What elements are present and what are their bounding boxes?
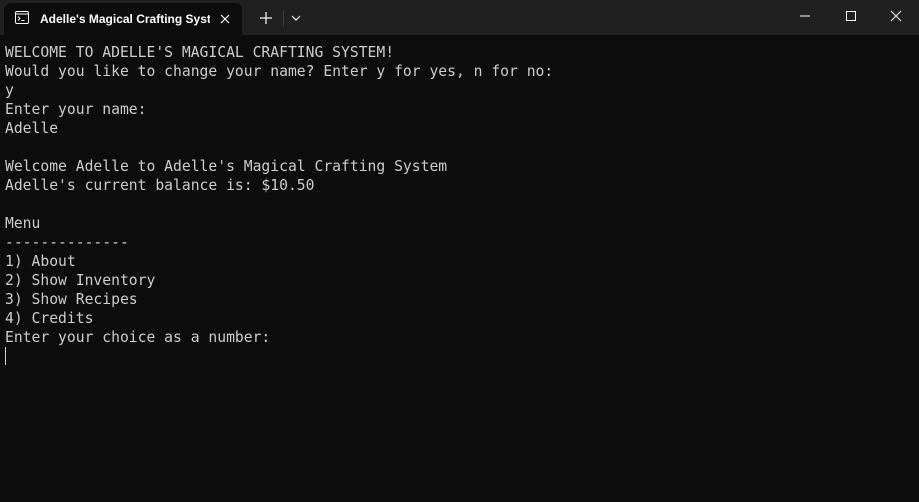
console-line: Adelle [5,120,59,137]
console-line: Would you like to change your name? Ente… [5,63,554,80]
console-line: WELCOME TO ADELLE'S MAGICAL CRAFTING SYS… [5,44,395,61]
terminal-window: Adelle's Magical Crafting Syst WELCOME T… [0,0,919,502]
plus-icon[interactable] [255,7,277,29]
console-line: Adelle's current balance is: $10.50 [5,177,315,194]
console-line: Welcome Adelle to Adelle's Magical Craft… [5,158,448,175]
close-icon[interactable] [216,10,234,28]
tab-terminal[interactable]: Adelle's Magical Crafting Syst [4,3,242,35]
chevron-down-icon[interactable] [287,8,305,28]
text-cursor [5,347,6,365]
console-line: y [5,82,14,99]
console-line: 3) Show Recipes [5,291,138,308]
input-line[interactable] [5,347,910,366]
console-line: -------------- [5,234,129,251]
close-window-button[interactable] [873,0,919,32]
minimize-button[interactable] [782,0,828,32]
console-line: Enter your name: [5,101,147,118]
console-line: 4) Credits [5,310,94,327]
tab-title: Adelle's Magical Crafting Syst [40,12,210,26]
console-line: 2) Show Inventory [5,272,156,289]
terminal-icon [15,11,29,24]
console-line: 1) About [5,253,76,270]
tab-separator [283,10,284,26]
maximize-button[interactable] [828,0,874,32]
console-line: Enter your choice as a number: [5,329,271,346]
console-output[interactable]: WELCOME TO ADELLE'S MAGICAL CRAFTING SYS… [5,43,910,366]
title-bar[interactable]: Adelle's Magical Crafting Syst [0,0,919,35]
console-line: Menu [5,215,41,232]
